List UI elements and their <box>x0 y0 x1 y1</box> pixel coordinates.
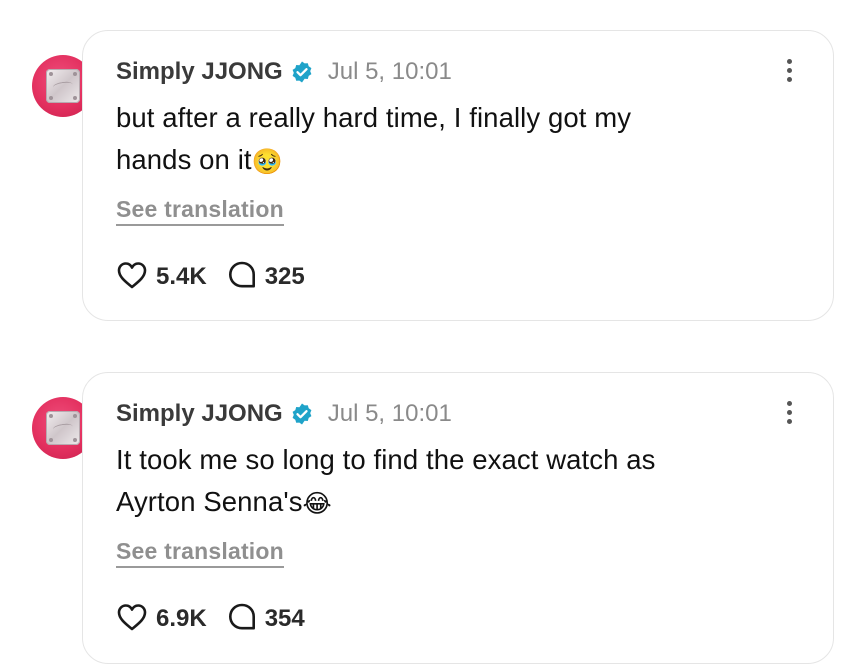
post-stats: 6.9K 354 <box>116 602 325 636</box>
see-translation-link[interactable]: See translation <box>116 538 284 568</box>
verified-badge-icon <box>290 60 314 84</box>
pleading-face-emoji: 🥹 <box>251 147 283 176</box>
post-timestamp: Jul 5, 10:01 <box>327 58 452 85</box>
post-text: It took me so long to find the exact wat… <box>116 439 796 525</box>
more-options-icon[interactable] <box>787 59 793 86</box>
post-text-line: Ayrton Senna's <box>116 486 303 517</box>
avatar-image <box>46 69 80 103</box>
like-count: 5.4K <box>156 263 207 290</box>
comment-count: 354 <box>264 605 305 632</box>
verified-badge-icon <box>290 402 314 426</box>
author-name[interactable]: Simply JJONG <box>116 400 283 428</box>
heart-icon[interactable] <box>116 260 148 295</box>
post-text-line: It took me so long to find the exact wat… <box>116 444 656 475</box>
post-stats: 5.4K 325 <box>116 260 325 294</box>
comment-bubble-icon[interactable] <box>227 260 257 295</box>
more-options-icon[interactable] <box>787 401 793 428</box>
author-name[interactable]: Simply JJONG <box>116 58 283 86</box>
post-header: Simply JJONG Jul 5, 10:01 <box>116 399 452 429</box>
post-text-line: but after a really hard time, I finally … <box>116 102 632 133</box>
like-count: 6.9K <box>156 605 207 632</box>
post-header: Simply JJONG Jul 5, 10:01 <box>116 57 452 87</box>
post-text-line: hands on it <box>116 144 252 175</box>
comment-bubble-icon[interactable] <box>227 602 257 637</box>
post-card[interactable]: Simply JJONG Jul 5, 10:01 but after a re… <box>82 30 834 321</box>
post-text: but after a really hard time, I finally … <box>116 97 796 183</box>
avatar-image <box>46 411 80 445</box>
post-card[interactable]: Simply JJONG Jul 5, 10:01 It took me so … <box>82 372 834 664</box>
comment-count: 325 <box>264 263 305 290</box>
heart-icon[interactable] <box>116 602 148 637</box>
post-timestamp: Jul 5, 10:01 <box>327 400 452 427</box>
tears-of-joy-emoji: 😂 <box>302 489 332 518</box>
see-translation-link[interactable]: See translation <box>116 196 284 226</box>
